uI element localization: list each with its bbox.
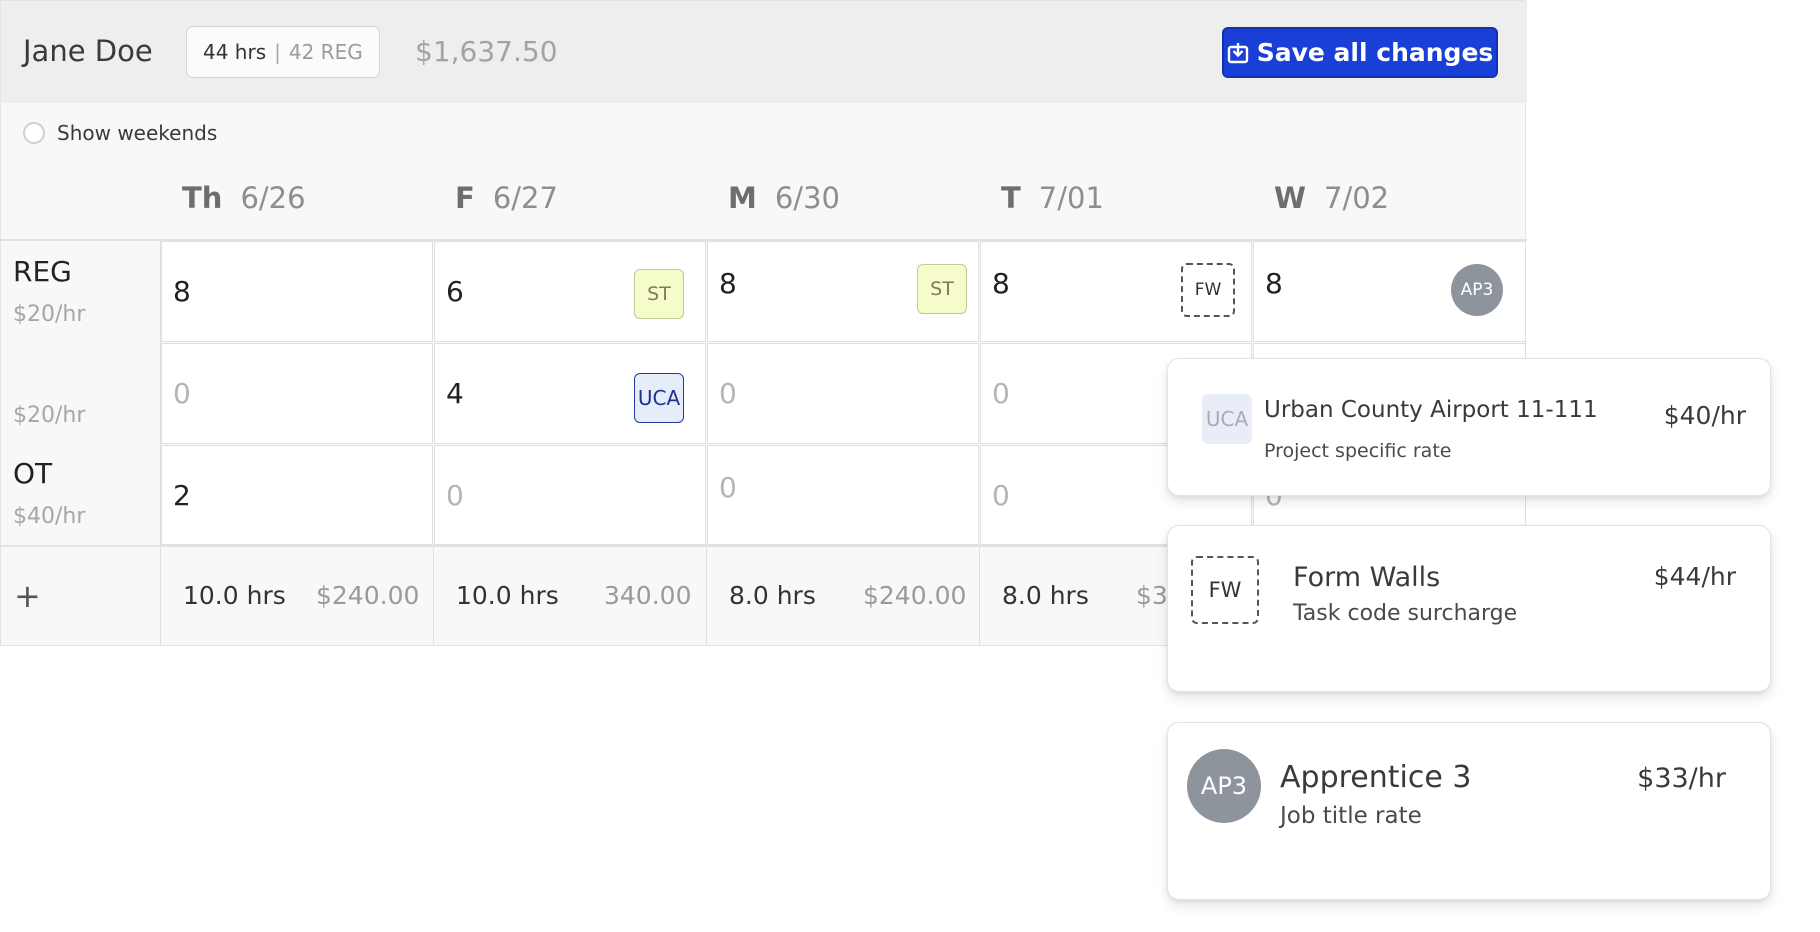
- day-header-fri: F 6/27: [455, 181, 558, 215]
- hours-cell[interactable]: 6 ST: [434, 241, 706, 342]
- ap3-badge-icon: AP3: [1187, 749, 1261, 823]
- rate-card-title: Apprentice 3: [1280, 760, 1472, 795]
- total-pay: $1,637.50: [415, 35, 558, 68]
- rate-card-subtitle: Job title rate: [1280, 803, 1422, 829]
- rate-card-fw[interactable]: FW Form Walls Task code surcharge $44/hr: [1167, 525, 1771, 692]
- hours-cell[interactable]: 8 AP3: [1253, 241, 1526, 342]
- add-row-plus-icon[interactable]: +: [14, 577, 41, 615]
- row-rate: $20/hr: [13, 302, 86, 327]
- column-divider: [979, 545, 980, 645]
- row-code: OT: [13, 457, 53, 490]
- hours-cell[interactable]: 8: [161, 241, 433, 342]
- hours-total: 44 hrs: [203, 40, 267, 64]
- show-weekends-radio[interactable]: [23, 122, 45, 144]
- row-rate: $20/hr: [13, 403, 86, 428]
- rate-card-subtitle: Task code surcharge: [1293, 601, 1518, 626]
- hours-cell[interactable]: 4 UCA: [434, 343, 706, 444]
- save-all-changes-button[interactable]: Save all changes: [1222, 27, 1498, 78]
- total-hours: 8.0 hrs: [729, 581, 816, 610]
- save-download-icon: [1227, 42, 1248, 63]
- total-amount: 340.00: [604, 581, 692, 610]
- ap3-tag-icon[interactable]: AP3: [1451, 264, 1503, 316]
- day-header-thu: Th 6/26: [182, 181, 306, 215]
- row-code: REG: [13, 255, 72, 288]
- st-tag-icon[interactable]: ST: [634, 269, 684, 319]
- row-label-ot: OT $40/hr: [13, 457, 85, 529]
- day-header-wed: W 7/02: [1274, 181, 1390, 215]
- rate-card-uca[interactable]: UCA Urban County Airport 11-111 Project …: [1167, 358, 1771, 496]
- hours-cell[interactable]: 0: [707, 445, 979, 545]
- hours-cell[interactable]: 0: [707, 343, 979, 444]
- hours-cell[interactable]: 0: [434, 445, 706, 545]
- fw-tag-icon[interactable]: FW: [1181, 263, 1235, 317]
- hours-separator: |: [274, 40, 281, 64]
- column-divider: [433, 545, 434, 645]
- rate-card-price: $33/hr: [1637, 763, 1726, 794]
- hours-summary-badge: 44 hrs | 42 REG: [186, 26, 380, 78]
- total-hours: 8.0 hrs: [1002, 581, 1089, 610]
- rate-card-price: $40/hr: [1663, 401, 1746, 430]
- hours-cell[interactable]: 8 ST: [707, 241, 979, 342]
- day-header-mon: M 6/30: [728, 181, 840, 215]
- save-button-label: Save all changes: [1256, 38, 1494, 67]
- fw-badge-icon: FW: [1191, 556, 1259, 624]
- hours-cell[interactable]: 2: [161, 445, 433, 545]
- column-divider: [160, 241, 161, 645]
- rate-card-title: Form Walls: [1293, 562, 1441, 593]
- rate-card-subtitle: Project specific rate: [1264, 440, 1452, 462]
- row-rate: $40/hr: [13, 504, 86, 529]
- column-divider: [706, 545, 707, 645]
- hours-reg: 42 REG: [288, 40, 363, 64]
- employee-name: Jane Doe: [23, 34, 153, 68]
- total-hours: 10.0 hrs: [456, 581, 559, 610]
- row-label-reg: REG $20/hr: [13, 255, 85, 327]
- uca-tag-icon[interactable]: UCA: [634, 373, 684, 423]
- timesheet-header: Jane Doe 44 hrs | 42 REG $1,637.50 Save …: [1, 1, 1527, 103]
- hours-cell[interactable]: 8 FW: [980, 241, 1252, 342]
- total-amount: $240.00: [863, 581, 967, 610]
- total-amount: $240.00: [316, 581, 420, 610]
- total-hours: 10.0 hrs: [183, 581, 286, 610]
- hours-cell[interactable]: 0: [161, 343, 433, 444]
- rate-card-price: $44/hr: [1653, 562, 1736, 591]
- st-tag-icon[interactable]: ST: [917, 264, 967, 314]
- rate-card-ap3[interactable]: AP3 Apprentice 3 Job title rate $33/hr: [1167, 722, 1771, 900]
- show-weekends-label: Show weekends: [57, 121, 218, 145]
- uca-badge-icon: UCA: [1202, 394, 1252, 444]
- show-weekends-toggle[interactable]: Show weekends: [23, 121, 217, 145]
- rate-card-title: Urban County Airport 11-111: [1264, 397, 1598, 423]
- day-header-tue: T 7/01: [1001, 181, 1104, 215]
